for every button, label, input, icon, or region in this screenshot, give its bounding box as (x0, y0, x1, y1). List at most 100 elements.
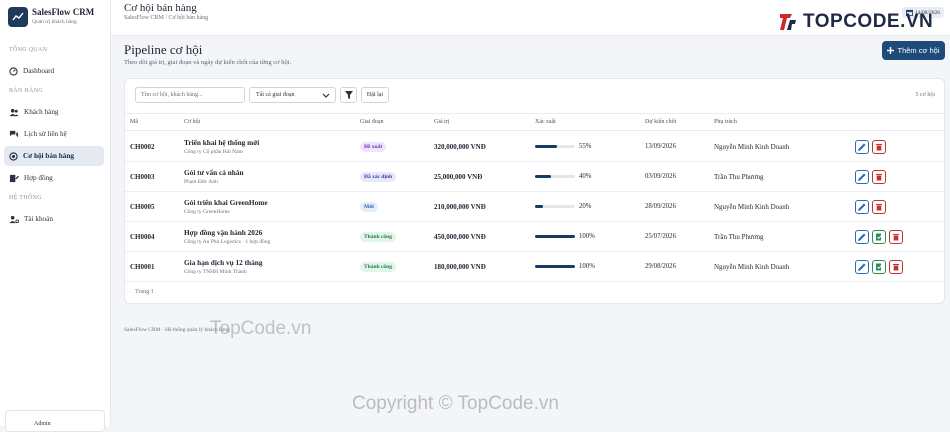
due-date: 29/08/2026 (645, 263, 676, 270)
opportunity-table-card: Tìm cơ hội, khách hàng... Tất cả giai đo… (124, 78, 945, 304)
funnel-icon (344, 91, 353, 99)
create-contract-button[interactable] (872, 230, 886, 244)
opportunity-code[interactable]: CH0003 (130, 173, 155, 181)
opportunity-value: 25,000,000 VNĐ (434, 173, 483, 181)
create-contract-button[interactable] (872, 260, 886, 274)
user-name: Admin (34, 421, 51, 427)
delete-button[interactable] (889, 260, 903, 274)
probability-bar (535, 175, 575, 178)
section-system: HỆ THỐNG (9, 195, 42, 201)
opportunity-name[interactable]: Triển khai hệ thống mới (184, 138, 259, 147)
edit-button[interactable] (855, 140, 869, 154)
probability-bar (535, 235, 575, 238)
table-row[interactable]: CH0005 Gói triển khai GreenHome Công ty … (125, 192, 944, 222)
stage-badge: Đề xuất (360, 142, 387, 152)
probability-fill (535, 145, 557, 148)
due-date: 25/07/2026 (645, 233, 676, 240)
table-row[interactable]: CH0001 Gia hạn dịch vụ 12 tháng Công ty … (125, 252, 944, 282)
table-row[interactable]: CH0002 Triển khai hệ thống mới Công ty C… (125, 132, 944, 162)
col-due-date[interactable]: Dự kiến chốt (645, 119, 676, 125)
owner: Nguyễn Minh Kinh Doanh (714, 203, 790, 211)
opportunity-code[interactable]: CH0002 (130, 143, 155, 151)
stage-badge: Thành công (360, 262, 396, 272)
edit-button[interactable] (855, 230, 869, 244)
pencil-icon (858, 173, 866, 181)
col-opportunity[interactable]: Cơ hội (184, 119, 200, 125)
section-description: Theo dõi giá trị, giai đoạn và ngày dự k… (124, 59, 292, 66)
page-title: Cơ hội bán hàng (124, 2, 197, 14)
opportunity-code[interactable]: CH0001 (130, 263, 155, 271)
probability-bar (535, 205, 575, 208)
sidebar-item-label: Tài khoản (24, 215, 53, 223)
opportunity-name[interactable]: Hợp đồng vận hành 2026 (184, 228, 262, 237)
owner: Nguyễn Minh Kinh Doanh (714, 263, 790, 271)
due-date: 13/09/2026 (645, 143, 676, 150)
pencil-icon (858, 233, 866, 241)
add-button-label: Thêm cơ hội (897, 46, 940, 55)
probability-fill (535, 235, 575, 238)
stage-select[interactable]: Tất cả giai đoạn (249, 87, 336, 103)
search-input[interactable]: Tìm cơ hội, khách hàng... (135, 87, 245, 103)
probability-label: 55% (579, 143, 592, 150)
edit-button[interactable] (855, 200, 869, 214)
col-owner[interactable]: Phụ trách (714, 119, 737, 125)
watermark-center: TopCode.vn (210, 318, 312, 339)
sidebar-item-dashboard[interactable]: Dashboard (4, 61, 104, 81)
trash-icon (876, 204, 882, 211)
probability-fill (535, 175, 551, 178)
topcode-logo: TOPCODE.VN (776, 7, 933, 37)
contract-icon (9, 174, 19, 182)
edit-button[interactable] (855, 170, 869, 184)
trash-icon (876, 144, 882, 151)
brand[interactable]: SalesFlow CRM Quản trị khách hàng (8, 7, 106, 31)
delete-button[interactable] (872, 170, 886, 184)
sidebar-item-label: Khách hàng (24, 108, 59, 116)
chevron-down-icon (322, 93, 330, 98)
opportunity-name[interactable]: Gói tư vấn cá nhân (184, 168, 244, 177)
delete-button[interactable] (872, 200, 886, 214)
edit-button[interactable] (855, 260, 869, 274)
section-sales: BÁN HÀNG (9, 88, 43, 94)
col-value[interactable]: Giá trị (434, 119, 450, 125)
reset-button[interactable]: Đặt lại (361, 87, 389, 103)
opportunity-name[interactable]: Gói triển khai GreenHome (184, 198, 268, 207)
watermark-bottom: Copyright © TopCode.vn (352, 393, 559, 414)
probability-fill (535, 265, 575, 268)
pencil-icon (858, 143, 866, 151)
plus-icon (887, 47, 895, 54)
sidebar-item-opportunities[interactable]: Cơ hội bán hàng (4, 146, 104, 166)
col-stage[interactable]: Giai đoạn (360, 119, 384, 125)
opportunity-customer: Công ty GreenHome (184, 209, 230, 215)
sidebar: SalesFlow CRM Quản trị khách hàng TỔNG Q… (0, 0, 111, 432)
gauge-icon (9, 66, 18, 76)
opportunity-code[interactable]: CH0004 (130, 233, 155, 241)
opportunity-name[interactable]: Gia hạn dịch vụ 12 tháng (184, 258, 262, 267)
sidebar-item-label: Hợp đồng (24, 174, 53, 182)
sidebar-item-contact-history[interactable]: Lịch sử liên hệ (4, 124, 104, 144)
probability-label: 20% (579, 203, 592, 210)
breadcrumb: SalesFlow CRM / Cơ hội bán hàng (124, 15, 209, 21)
target-icon (9, 151, 18, 161)
sidebar-item-contracts[interactable]: Hợp đồng (4, 168, 104, 188)
col-code[interactable]: Mã (130, 119, 138, 125)
opportunity-code[interactable]: CH0005 (130, 203, 155, 211)
filter-button[interactable] (340, 87, 357, 103)
table-row[interactable]: CH0004 Hợp đồng vận hành 2026 Công ty An… (125, 222, 944, 252)
due-date: 28/09/2026 (645, 203, 676, 210)
sidebar-item-customers[interactable]: Khách hàng (4, 102, 104, 122)
section-overview: TỔNG QUAN (9, 47, 48, 53)
stage-badge: Đã xác định (360, 172, 397, 182)
delete-button[interactable] (872, 140, 886, 154)
delete-button[interactable] (889, 230, 903, 244)
table-row[interactable]: CH0003 Gói tư vấn cá nhân Phạm Đức Anh Đ… (125, 162, 944, 192)
probability-label: 40% (579, 173, 592, 180)
opportunity-value: 210,000,000 VNĐ (434, 203, 486, 211)
user-menu[interactable]: Admin (5, 410, 105, 432)
opportunity-customer: Công ty An Phú Logistics · 1 hợp đồng (184, 239, 271, 245)
brand-subtitle: Quản trị khách hàng (32, 19, 77, 25)
add-opportunity-button[interactable]: Thêm cơ hội (882, 41, 945, 60)
topcode-logo-text: TOPCODE.VN (803, 11, 934, 32)
sidebar-item-account[interactable]: Tài khoản (4, 209, 104, 229)
col-probability[interactable]: Xác suất (535, 119, 556, 125)
opportunity-customer: Công ty Cổ phần Hải Nam (184, 149, 243, 155)
